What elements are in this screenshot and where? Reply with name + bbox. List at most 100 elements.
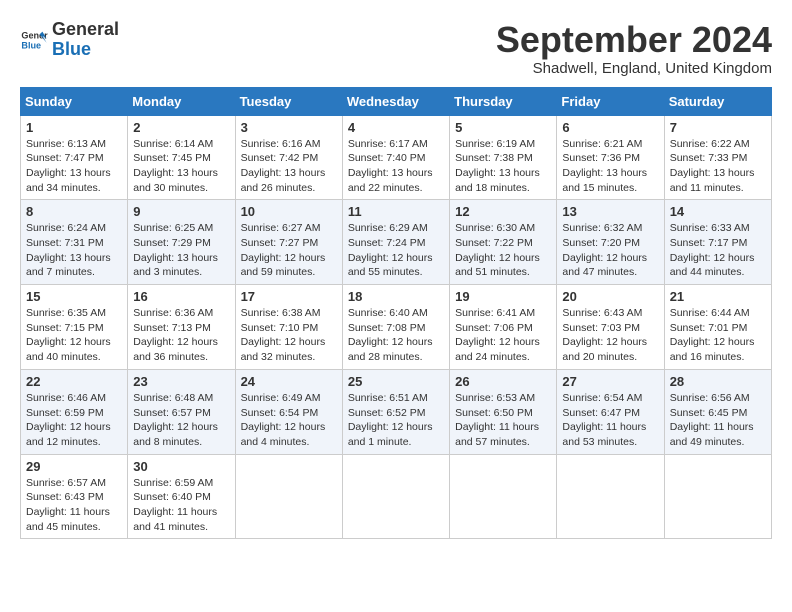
weekday-header-friday: Friday: [557, 87, 664, 115]
day-number: 20: [562, 289, 658, 304]
day-number: 10: [241, 204, 337, 219]
day-number: 25: [348, 374, 444, 389]
calendar-cell: [557, 454, 664, 539]
weekday-header-row: SundayMondayTuesdayWednesdayThursdayFrid…: [21, 87, 772, 115]
calendar-cell: 8Sunrise: 6:24 AM Sunset: 7:31 PM Daylig…: [21, 200, 128, 285]
calendar-cell: 18Sunrise: 6:40 AM Sunset: 7:08 PM Dayli…: [342, 285, 449, 370]
day-number: 26: [455, 374, 551, 389]
day-detail: Sunrise: 6:17 AM Sunset: 7:40 PM Dayligh…: [348, 137, 444, 196]
day-detail: Sunrise: 6:21 AM Sunset: 7:36 PM Dayligh…: [562, 137, 658, 196]
day-detail: Sunrise: 6:27 AM Sunset: 7:27 PM Dayligh…: [241, 221, 337, 280]
calendar-cell: 26Sunrise: 6:53 AM Sunset: 6:50 PM Dayli…: [450, 369, 557, 454]
weekday-header-saturday: Saturday: [664, 87, 771, 115]
day-detail: Sunrise: 6:51 AM Sunset: 6:52 PM Dayligh…: [348, 391, 444, 450]
calendar-cell: [235, 454, 342, 539]
weekday-header-sunday: Sunday: [21, 87, 128, 115]
day-number: 21: [670, 289, 766, 304]
day-detail: Sunrise: 6:56 AM Sunset: 6:45 PM Dayligh…: [670, 391, 766, 450]
day-number: 15: [26, 289, 122, 304]
day-detail: Sunrise: 6:41 AM Sunset: 7:06 PM Dayligh…: [455, 306, 551, 365]
day-detail: Sunrise: 6:46 AM Sunset: 6:59 PM Dayligh…: [26, 391, 122, 450]
calendar-cell: 4 Sunrise: 6:17 AM Sunset: 7:40 PM Daylig…: [342, 115, 449, 200]
day-detail: Sunrise: 6:59 AM Sunset: 6:40 PM Dayligh…: [133, 476, 229, 535]
day-detail: Sunrise: 6:40 AM Sunset: 7:08 PM Dayligh…: [348, 306, 444, 365]
day-number: 29: [26, 459, 122, 474]
calendar-week-3: 15 Sunrise: 6:35 AM Sunset: 7:15 PM Dayli…: [21, 285, 772, 370]
calendar-cell: [450, 454, 557, 539]
calendar-week-1: 1Sunrise: 6:13 AM Sunset: 7:47 PM Daylig…: [21, 115, 772, 200]
calendar-cell: 17Sunrise: 6:38 AM Sunset: 7:10 PM Dayli…: [235, 285, 342, 370]
calendar-cell: 25 Sunrise: 6:51 AM Sunset: 6:52 PM Dayli…: [342, 369, 449, 454]
day-number: 14: [670, 204, 766, 219]
day-detail: Sunrise: 6:49 AM Sunset: 6:54 PM Dayligh…: [241, 391, 337, 450]
day-detail: Sunrise: 6:22 AM Sunset: 7:33 PM Dayligh…: [670, 137, 766, 196]
day-detail: Sunrise: 6:19 AM Sunset: 7:38 PM Dayligh…: [455, 137, 551, 196]
month-title: September 2024: [496, 20, 772, 60]
svg-text:Blue: Blue: [21, 40, 41, 50]
calendar-cell: 23 Sunrise: 6:48 AM Sunset: 6:57 PM Dayli…: [128, 369, 235, 454]
calendar-cell: 10 Sunrise: 6:27 AM Sunset: 7:27 PM Dayli…: [235, 200, 342, 285]
day-number: 16: [133, 289, 229, 304]
calendar-cell: [342, 454, 449, 539]
day-number: 2: [133, 120, 229, 135]
calendar-cell: 11Sunrise: 6:29 AM Sunset: 7:24 PM Dayli…: [342, 200, 449, 285]
calendar-cell: 3 Sunrise: 6:16 AM Sunset: 7:42 PM Daylig…: [235, 115, 342, 200]
calendar-cell: 28 Sunrise: 6:56 AM Sunset: 6:45 PM Dayli…: [664, 369, 771, 454]
day-number: 27: [562, 374, 658, 389]
day-number: 1: [26, 120, 122, 135]
day-number: 3: [241, 120, 337, 135]
calendar-cell: 1Sunrise: 6:13 AM Sunset: 7:47 PM Daylig…: [21, 115, 128, 200]
day-number: 23: [133, 374, 229, 389]
calendar-cell: 30 Sunrise: 6:59 AM Sunset: 6:40 PM Dayli…: [128, 454, 235, 539]
weekday-header-thursday: Thursday: [450, 87, 557, 115]
day-number: 19: [455, 289, 551, 304]
day-detail: Sunrise: 6:30 AM Sunset: 7:22 PM Dayligh…: [455, 221, 551, 280]
day-number: 28: [670, 374, 766, 389]
calendar-cell: 19 Sunrise: 6:41 AM Sunset: 7:06 PM Dayli…: [450, 285, 557, 370]
day-detail: Sunrise: 6:43 AM Sunset: 7:03 PM Dayligh…: [562, 306, 658, 365]
day-number: 4: [348, 120, 444, 135]
logo-text: General Blue: [52, 20, 119, 60]
calendar-week-2: 8Sunrise: 6:24 AM Sunset: 7:31 PM Daylig…: [21, 200, 772, 285]
day-detail: Sunrise: 6:57 AM Sunset: 6:43 PM Dayligh…: [26, 476, 122, 535]
day-number: 7: [670, 120, 766, 135]
day-detail: Sunrise: 6:36 AM Sunset: 7:13 PM Dayligh…: [133, 306, 229, 365]
calendar-cell: 2 Sunrise: 6:14 AM Sunset: 7:45 PM Daylig…: [128, 115, 235, 200]
calendar-table: SundayMondayTuesdayWednesdayThursdayFrid…: [20, 87, 772, 540]
day-number: 9: [133, 204, 229, 219]
weekday-header-wednesday: Wednesday: [342, 87, 449, 115]
calendar-cell: 15 Sunrise: 6:35 AM Sunset: 7:15 PM Dayli…: [21, 285, 128, 370]
day-detail: Sunrise: 6:44 AM Sunset: 7:01 PM Dayligh…: [670, 306, 766, 365]
page-header: General Blue General Blue September 2024…: [20, 20, 772, 77]
calendar-cell: 12Sunrise: 6:30 AM Sunset: 7:22 PM Dayli…: [450, 200, 557, 285]
location: Shadwell, England, United Kingdom: [496, 60, 772, 77]
day-detail: Sunrise: 6:14 AM Sunset: 7:45 PM Dayligh…: [133, 137, 229, 196]
day-detail: Sunrise: 6:38 AM Sunset: 7:10 PM Dayligh…: [241, 306, 337, 365]
day-number: 6: [562, 120, 658, 135]
day-detail: Sunrise: 6:25 AM Sunset: 7:29 PM Dayligh…: [133, 221, 229, 280]
calendar-cell: 27Sunrise: 6:54 AM Sunset: 6:47 PM Dayli…: [557, 369, 664, 454]
logo: General Blue General Blue: [20, 20, 119, 60]
calendar-cell: 24 Sunrise: 6:49 AM Sunset: 6:54 PM Dayli…: [235, 369, 342, 454]
calendar-cell: 13Sunrise: 6:32 AM Sunset: 7:20 PM Dayli…: [557, 200, 664, 285]
title-block: September 2024 Shadwell, England, United…: [496, 20, 772, 77]
day-detail: Sunrise: 6:48 AM Sunset: 6:57 PM Dayligh…: [133, 391, 229, 450]
day-number: 24: [241, 374, 337, 389]
day-detail: Sunrise: 6:32 AM Sunset: 7:20 PM Dayligh…: [562, 221, 658, 280]
day-number: 22: [26, 374, 122, 389]
day-number: 30: [133, 459, 229, 474]
day-detail: Sunrise: 6:35 AM Sunset: 7:15 PM Dayligh…: [26, 306, 122, 365]
day-number: 5: [455, 120, 551, 135]
day-detail: Sunrise: 6:29 AM Sunset: 7:24 PM Dayligh…: [348, 221, 444, 280]
calendar-cell: 9 Sunrise: 6:25 AM Sunset: 7:29 PM Daylig…: [128, 200, 235, 285]
calendar-cell: 16 Sunrise: 6:36 AM Sunset: 7:13 PM Dayli…: [128, 285, 235, 370]
calendar-cell: 5 Sunrise: 6:19 AM Sunset: 7:38 PM Daylig…: [450, 115, 557, 200]
calendar-cell: 22 Sunrise: 6:46 AM Sunset: 6:59 PM Dayli…: [21, 369, 128, 454]
calendar-cell: 29 Sunrise: 6:57 AM Sunset: 6:43 PM Dayli…: [21, 454, 128, 539]
weekday-header-monday: Monday: [128, 87, 235, 115]
calendar-cell: 20 Sunrise: 6:43 AM Sunset: 7:03 PM Dayli…: [557, 285, 664, 370]
day-detail: Sunrise: 6:16 AM Sunset: 7:42 PM Dayligh…: [241, 137, 337, 196]
calendar-cell: [664, 454, 771, 539]
logo-icon: General Blue: [20, 26, 48, 54]
day-number: 8: [26, 204, 122, 219]
